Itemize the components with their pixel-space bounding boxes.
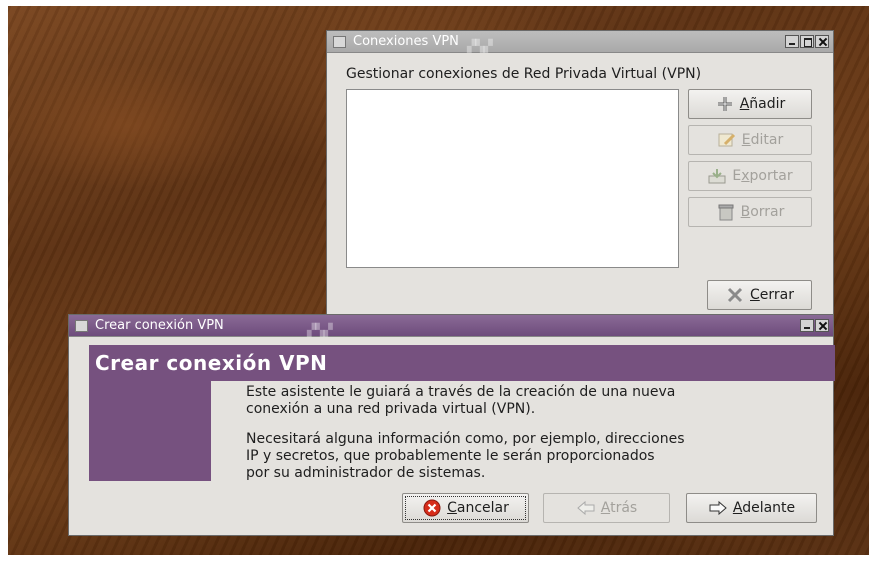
close-icon[interactable] xyxy=(815,319,829,332)
vpn-window-titlebar[interactable]: Conexiones VPN ▞▚▞ xyxy=(327,31,833,53)
back-label: trás xyxy=(610,500,638,516)
window-menu-icon[interactable] xyxy=(333,36,346,48)
export-prefix: E xyxy=(732,168,742,184)
arrow-right-icon xyxy=(709,500,727,516)
window-controls xyxy=(800,319,829,332)
forward-mnemonic: A xyxy=(732,500,743,516)
minimize-icon[interactable] xyxy=(800,319,814,332)
cancel-mnemonic: C xyxy=(447,500,457,516)
export-button[interactable]: Exportar xyxy=(688,161,812,191)
cancel-label: ancelar xyxy=(456,500,509,516)
wizard-intro-line-1: Este asistente le guiará a través de la … xyxy=(246,384,676,400)
wizard-header-title: Crear conexión VPN xyxy=(89,345,835,381)
titlebar-decoration-icon: ▞▚▞ xyxy=(307,323,333,337)
add-mnemonic: A xyxy=(739,96,750,112)
trash-icon xyxy=(718,204,734,221)
edit-label: ditar xyxy=(750,132,784,148)
arrow-left-icon xyxy=(576,500,595,516)
cancel-icon xyxy=(423,499,441,517)
minimize-icon[interactable] xyxy=(785,35,799,48)
wizard-info-line-1: Necesitará alguna información como, por … xyxy=(246,431,685,447)
add-button[interactable]: Añadir xyxy=(688,89,812,119)
close-label: errar xyxy=(759,287,794,303)
titlebar-decoration-icon: ▞▚▞ xyxy=(467,39,493,53)
delete-label: orrar xyxy=(750,204,785,220)
create-vpn-wizard-window: Crear conexión VPN ▞▚▞ Crear conexión VP… xyxy=(68,314,835,536)
forward-button[interactable]: Adelante xyxy=(686,493,817,523)
plus-icon xyxy=(717,97,732,111)
vpn-window-subtitle: Gestionar conexiones de Red Privada Virt… xyxy=(346,66,702,82)
forward-label: delante xyxy=(742,500,796,516)
delete-mnemonic: B xyxy=(740,204,751,220)
wizard-window-title: Crear conexión VPN xyxy=(95,318,224,333)
close-button[interactable]: Cerrar xyxy=(707,280,812,310)
bottom-margin xyxy=(0,555,869,572)
cancel-button[interactable]: Cancelar xyxy=(402,493,529,523)
maximize-icon[interactable] xyxy=(800,35,814,48)
close-x-icon xyxy=(727,287,743,303)
vpn-connections-list[interactable] xyxy=(346,89,679,268)
window-controls xyxy=(785,35,829,48)
export-label: portar xyxy=(749,168,793,184)
edit-mnemonic: E xyxy=(741,132,751,148)
edit-pencil-icon xyxy=(718,133,735,147)
export-mnemonic: x xyxy=(741,168,750,184)
window-menu-icon[interactable] xyxy=(75,320,88,332)
wizard-intro-line-2: conexión a una red privada virtual (VPN)… xyxy=(246,401,536,417)
close-mnemonic: C xyxy=(750,287,760,303)
delete-button[interactable]: Borrar xyxy=(688,197,812,227)
wizard-window-titlebar[interactable]: Crear conexión VPN ▞▚▞ xyxy=(69,315,833,337)
wizard-info-line-3: por su administrador de sistemas. xyxy=(246,465,486,481)
edit-button[interactable]: Editar xyxy=(688,125,812,155)
vpn-connections-window: Conexiones VPN ▞▚▞ Gestionar conexiones … xyxy=(326,30,834,321)
wizard-info-line-2: IP y secretos, que probablemente le será… xyxy=(246,448,655,464)
close-icon[interactable] xyxy=(815,35,829,48)
wizard-side-panel xyxy=(89,381,211,481)
back-mnemonic: A xyxy=(600,500,611,516)
back-button[interactable]: Atrás xyxy=(543,493,670,523)
vpn-window-title: Conexiones VPN xyxy=(353,34,459,49)
add-label: ñadir xyxy=(749,96,786,112)
export-icon xyxy=(708,169,726,184)
